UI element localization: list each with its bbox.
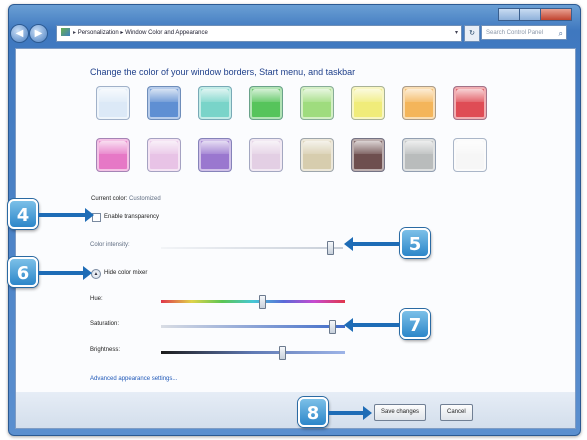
intensity-slider-thumb[interactable] [327, 241, 335, 255]
navigation-bar: ◀ ▶ ▸ Personalization ▸ Window Color and… [10, 23, 576, 45]
color-swatch[interactable] [351, 138, 385, 172]
brightness-label: Brightness: [90, 347, 121, 353]
current-color-value: Customized [129, 196, 161, 202]
color-swatch[interactable] [147, 138, 181, 172]
address-bar[interactable]: ▸ Personalization ▸ Window Color and App… [56, 25, 462, 42]
intensity-slider-track[interactable] [161, 247, 343, 249]
callout-arrow-8 [328, 406, 372, 420]
color-swatch[interactable] [249, 86, 283, 120]
advanced-appearance-link[interactable]: Advanced appearance settings... [90, 376, 177, 382]
saturation-label: Saturation: [90, 321, 120, 327]
color-swatch[interactable] [249, 138, 283, 172]
current-color-label: Current color: Customized [91, 196, 161, 202]
close-button[interactable] [540, 8, 572, 21]
hue-slider-track[interactable] [161, 300, 345, 303]
page-title: Change the color of your window borders,… [90, 67, 356, 77]
callout-badge-5: 5 [400, 228, 430, 258]
color-swatch[interactable] [453, 86, 487, 120]
control-panel-icon [61, 28, 70, 37]
saturation-slider-thumb[interactable] [329, 320, 337, 334]
dialog-footer: Save changes Cancel [15, 392, 576, 429]
color-swatch[interactable] [96, 86, 130, 120]
brightness-slider-thumb[interactable] [279, 346, 287, 360]
search-placeholder: Search Control Panel [486, 30, 544, 36]
refresh-icon[interactable]: ↻ [464, 25, 480, 42]
color-swatch[interactable] [402, 138, 436, 172]
breadcrumb-personalization[interactable]: Personalization [78, 30, 119, 36]
color-swatch[interactable] [402, 86, 436, 120]
search-input[interactable]: Search Control Panel ⌕ [481, 25, 567, 40]
callout-badge-4: 4 [8, 199, 38, 229]
main-content: Change the color of your window borders,… [15, 48, 576, 394]
maximize-button[interactable] [519, 8, 541, 21]
brightness-slider-track[interactable] [161, 351, 345, 354]
callout-arrow-6 [38, 266, 92, 280]
saturation-slider-track[interactable] [161, 325, 345, 328]
color-swatch[interactable] [198, 138, 232, 172]
callout-badge-7: 7 [400, 309, 430, 339]
color-swatch[interactable] [351, 86, 385, 120]
hue-label: Hue: [90, 296, 103, 302]
minimize-button[interactable] [498, 8, 520, 21]
save-changes-button[interactable]: Save changes [374, 404, 427, 421]
collapse-chevron-icon[interactable]: ▲ [91, 269, 101, 279]
intensity-label: Color intensity: [90, 242, 130, 248]
forward-arrow-icon[interactable]: ▶ [29, 24, 48, 43]
callout-badge-6: 6 [8, 257, 38, 287]
color-swatch[interactable] [147, 86, 181, 120]
back-arrow-icon[interactable]: ◀ [10, 24, 29, 43]
callout-arrow-5 [344, 237, 400, 251]
color-swatch[interactable] [453, 138, 487, 172]
color-swatch[interactable] [198, 86, 232, 120]
callout-arrow-4 [38, 208, 94, 222]
color-swatch[interactable] [300, 86, 334, 120]
caption-buttons [498, 8, 572, 21]
color-swatch[interactable] [96, 138, 130, 172]
color-swatch[interactable] [300, 138, 334, 172]
breadcrumb-window-color[interactable]: Window Color and Appearance [125, 30, 208, 36]
search-icon[interactable]: ⌕ [559, 26, 563, 41]
breadcrumb-separator: ▸ [120, 30, 124, 36]
address-dropdown-icon[interactable]: ▾ [455, 26, 458, 41]
transparency-label: Enable transparency [104, 214, 160, 220]
cancel-button[interactable]: Cancel [440, 404, 473, 421]
callout-arrow-7 [344, 318, 400, 332]
hue-slider-thumb[interactable] [259, 295, 267, 309]
callout-badge-8: 8 [298, 397, 328, 427]
color-mixer-toggle[interactable]: Hide color mixer [104, 270, 147, 276]
